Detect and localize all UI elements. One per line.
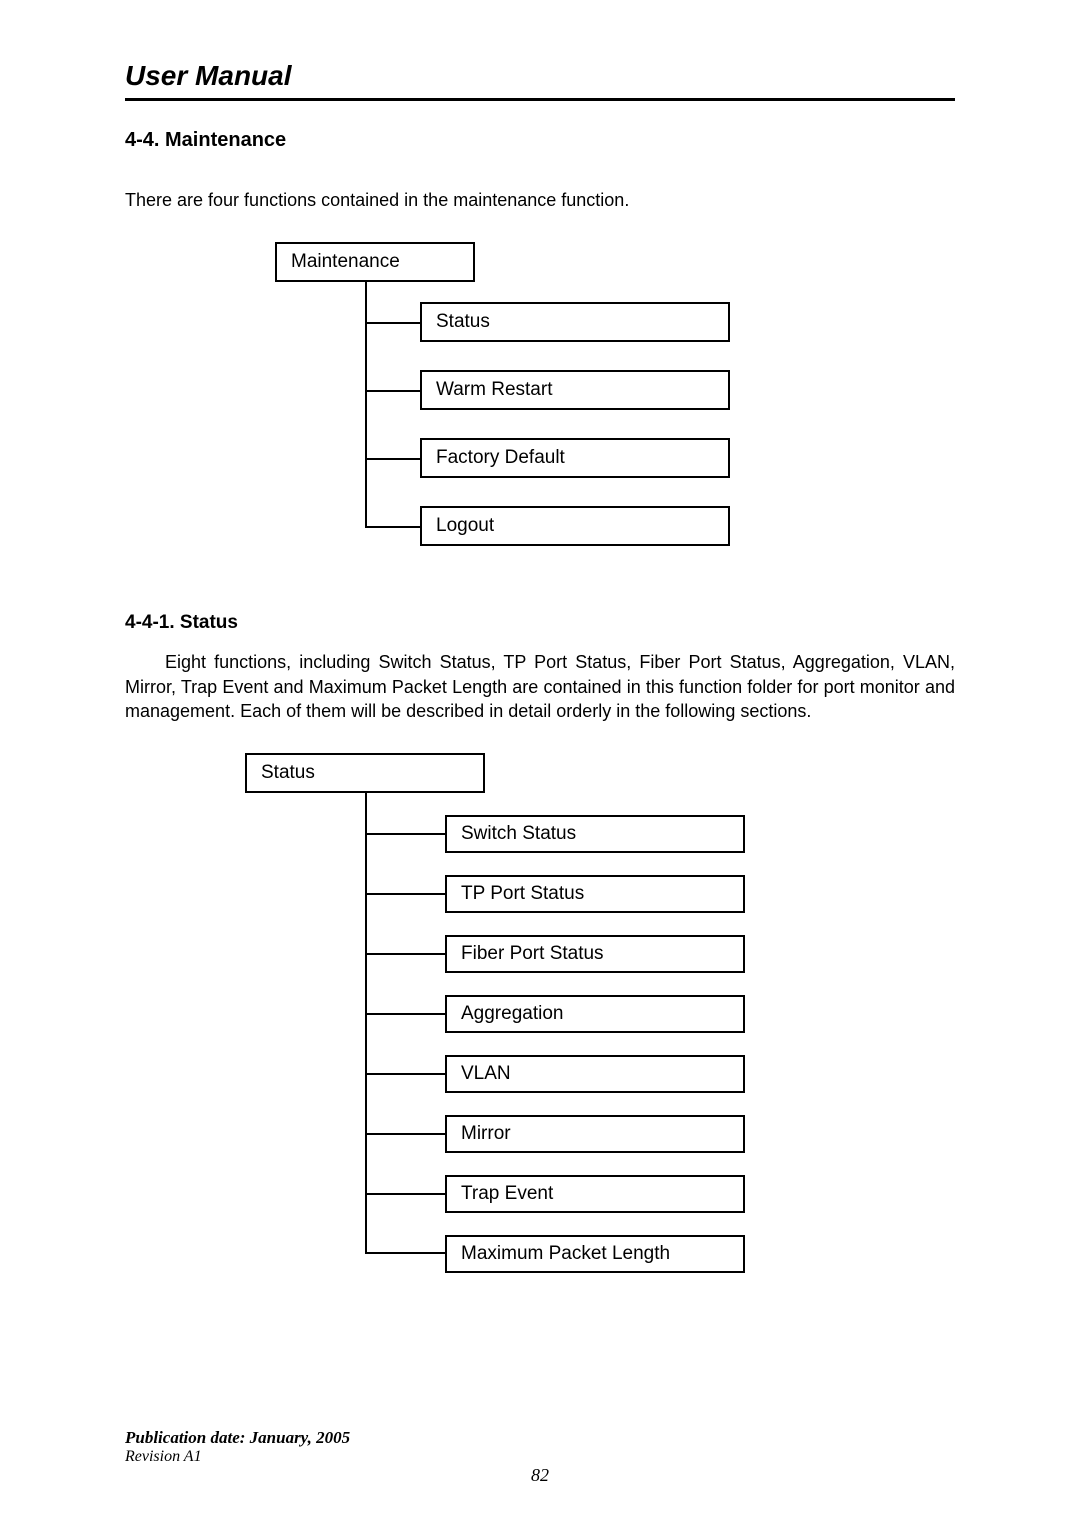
section-heading: 4-4. Maintenance	[125, 129, 955, 152]
document-title: User Manual	[125, 60, 955, 92]
subsection-paragraph: Eight functions, including Switch Status…	[125, 650, 955, 723]
revision-label: Revision A1	[125, 1448, 350, 1466]
footer-block: Publication date: January, 2005 Revision…	[125, 1428, 350, 1466]
tree-node-warm-restart: Warm Restart	[420, 370, 730, 410]
tree-root-maintenance: Maintenance	[275, 242, 475, 282]
tree-node-trap-event: Trap Event	[445, 1175, 745, 1213]
maintenance-tree-diagram: Maintenance Status Warm Restart Factory …	[275, 242, 835, 562]
tree-node-logout: Logout	[420, 506, 730, 546]
tree-node-fiber-port-status: Fiber Port Status	[445, 935, 745, 973]
tree-node-aggregation: Aggregation	[445, 995, 745, 1033]
tree-node-switch-status: Switch Status	[445, 815, 745, 853]
section-intro: There are four functions contained in th…	[125, 188, 955, 212]
tree-node-status: Status	[420, 302, 730, 342]
title-rule	[125, 98, 955, 101]
page-number: 82	[0, 1465, 1080, 1486]
subsection-heading: 4-4-1. Status	[125, 612, 955, 634]
tree-node-factory-default: Factory Default	[420, 438, 730, 478]
publication-date: Publication date: January, 2005	[125, 1428, 350, 1448]
tree-node-vlan: VLAN	[445, 1055, 745, 1093]
tree-root-status: Status	[245, 753, 485, 793]
tree-node-mirror: Mirror	[445, 1115, 745, 1153]
tree-node-max-packet-length: Maximum Packet Length	[445, 1235, 745, 1273]
tree-node-tp-port-status: TP Port Status	[445, 875, 745, 913]
status-tree-diagram: Status Switch Status TP Port Status Fibe…	[245, 753, 805, 1293]
